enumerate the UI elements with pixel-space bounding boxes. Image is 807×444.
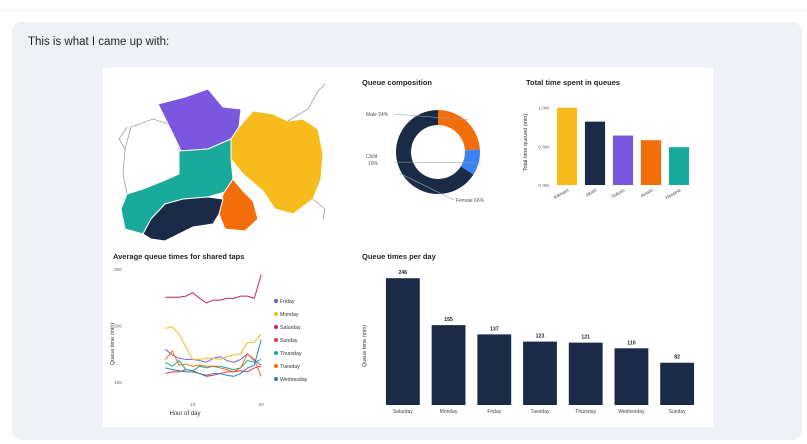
legend-label: Saturday [280,325,301,331]
day-data-label: 82 [674,355,680,361]
line-ytick-label: 100 [114,380,122,386]
legend-marker [274,325,278,329]
day-bar [431,325,466,405]
total-time-title: Total time spent in queues [526,78,621,87]
map-outline-east [312,198,326,220]
line-chart-title: Average queue times for shared taps [113,252,245,261]
day-xtick-label: Wednesday [618,409,645,415]
region-map [118,83,326,242]
total-ytick-label: 0.5M [538,144,549,150]
line-series [164,350,262,377]
day-bar [477,334,512,405]
line-xtick-label: 10 [190,402,196,408]
legend-marker [274,351,278,355]
total-bar [612,135,634,185]
day-xtick-label: Saturday [393,409,414,415]
day-data-label: 123 [536,334,545,340]
legend-label: Tuesday [280,364,300,370]
day-xtick-label: Friday [487,409,501,415]
total-bar [584,121,606,185]
total-bar [640,140,662,185]
dashboard-image: Queue composition Male 24% Child 10% Female… [103,67,713,427]
total-xtick-label: Sokoto [611,187,626,199]
total-time-bar-chart: Total time queued (min) 0.0M 0.5M 1.0M Kilim… [523,106,690,200]
day-xtick-label: Monday [440,409,458,415]
total-ytick-label: 0.0M [538,183,549,189]
legend-marker [274,364,278,368]
donut-label-value: 10% [368,161,379,167]
day-bar [660,362,695,405]
day-bar [523,341,557,405]
day-data-label: 246 [399,270,408,276]
day-bar [385,278,420,405]
day-ylabel: Queue time (min) [362,325,368,368]
day-xtick-label: Thursday [575,409,596,415]
legend-marker [274,377,278,381]
queue-per-day-bar-chart: Queue time (min) 246 Saturday 155 Monday 137 F… [362,270,695,415]
line-series [165,348,262,366]
day-bar [614,348,649,405]
line-ytick-label: 300 [114,267,122,273]
donut-title: Queue composition [362,78,433,87]
legend-marker [274,338,278,342]
total-xtick-label: Hassina [665,187,682,200]
day-data-label: 155 [444,317,453,323]
legend-label: Wednesday [280,377,308,383]
top-divider [0,10,807,11]
map-outline-north [287,83,326,122]
legend-label: Thursday [280,351,302,357]
message-text: This is what I came up with: [28,36,170,48]
donut-chart: Male 24% Child10% Female 66% [366,110,485,204]
per-day-title: Queue times per day [362,252,436,261]
line-xtick-label: 20 [258,402,264,408]
line-ylabel: Queue time (min) [110,323,116,366]
legend-marker [274,299,278,303]
donut-slice [438,110,480,151]
legend-label: Sunday [280,338,298,344]
total-ytick-label: 1.0M [538,106,549,112]
day-xtick-label: Sunday [669,409,686,415]
day-bar [568,342,603,405]
donut-label: Child [366,154,378,160]
queue-times-line-chart: 10020030010 20Queue time (min)Hour of day… [110,267,308,417]
legend-label: Monday [280,312,299,318]
total-xtick-label: Akoth [585,187,598,197]
legend-marker [274,312,278,316]
line-xlabel: Hour of day [169,411,200,417]
total-ylabel: Total time queued (min) [523,114,529,172]
total-xtick-label: Amani [640,188,654,199]
donut-label: Female 66% [456,198,485,204]
total-xtick-label: Kilimani [553,188,569,200]
donut-label: Male 24% [366,112,389,118]
day-data-label: 110 [627,340,635,346]
legend-label: Friday [280,299,295,305]
total-bar [668,147,690,185]
day-xtick-label: Tuesday [531,409,550,415]
total-bar [556,107,578,185]
day-data-label: 121 [581,335,590,341]
day-data-label: 137 [490,326,499,332]
line-series [165,274,262,304]
